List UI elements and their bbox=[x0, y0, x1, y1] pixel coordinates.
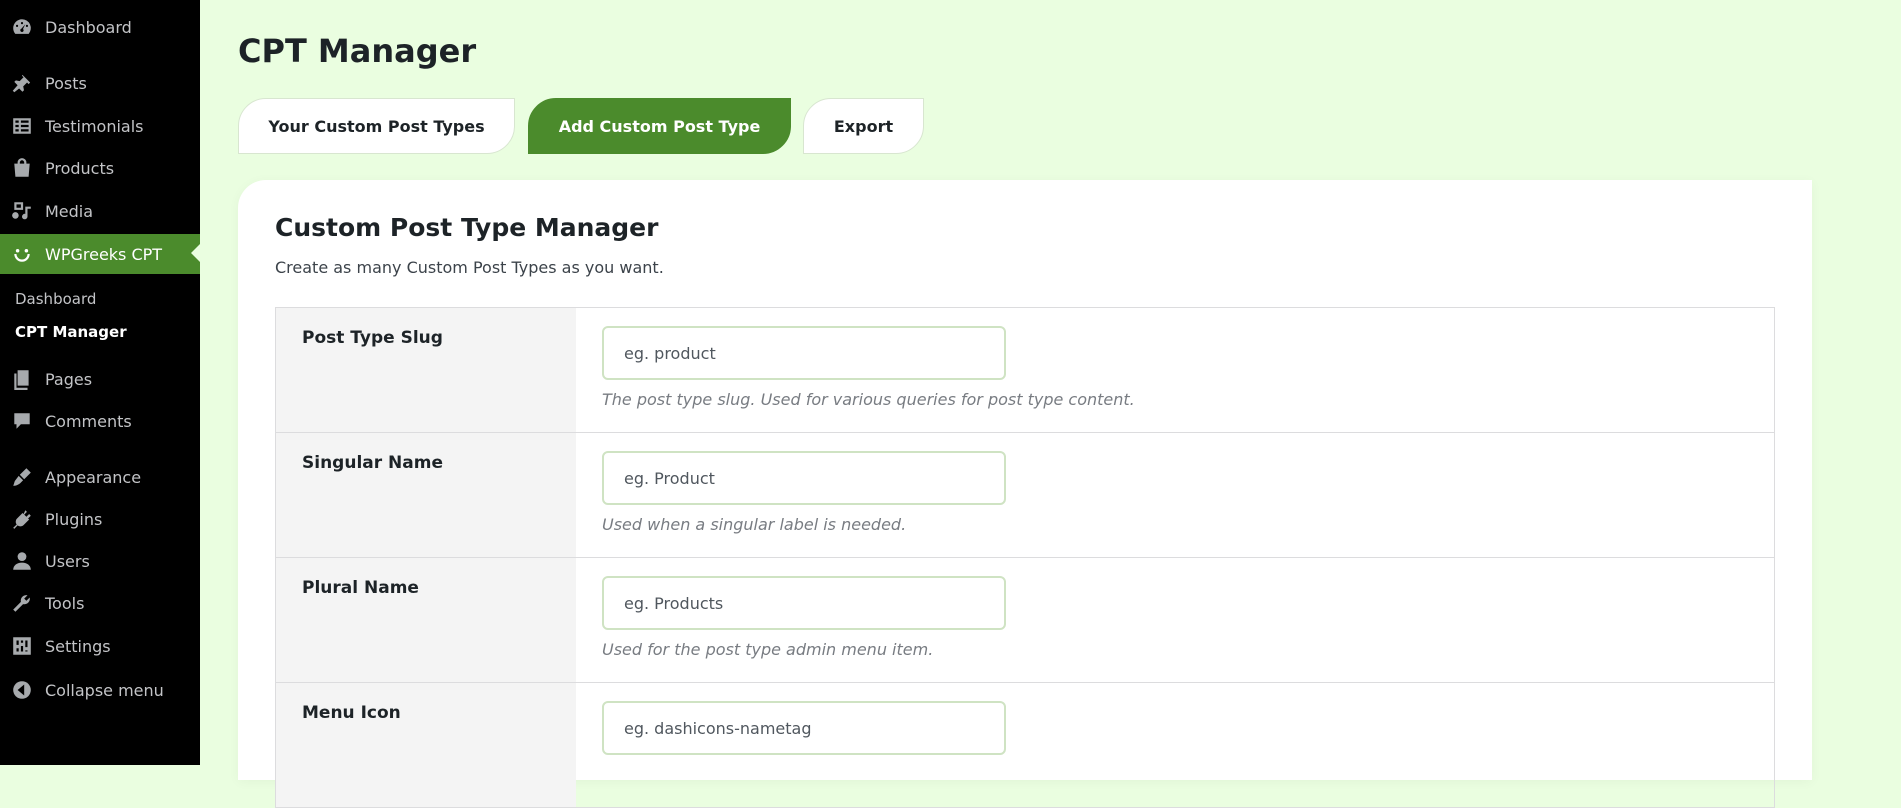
comment-icon bbox=[10, 409, 34, 433]
sidebar-item-label: Collapse menu bbox=[45, 680, 164, 700]
label-cell bbox=[276, 558, 576, 682]
singular-name-input[interactable] bbox=[602, 451, 1006, 505]
card-description: Create as many Custom Post Types as you … bbox=[275, 258, 664, 277]
plural-name-input[interactable] bbox=[602, 576, 1006, 630]
field-label: Menu Icon bbox=[302, 703, 401, 723]
tab-your-custom-post-types[interactable]: Your Custom Post Types bbox=[238, 98, 515, 154]
sidebar-item-label: Appearance bbox=[45, 467, 142, 487]
plug-icon bbox=[10, 507, 34, 531]
cpt-form-table: Post Type Slug The post type slug. Used … bbox=[275, 307, 1775, 808]
sidebar-item-posts[interactable]: Posts bbox=[0, 64, 200, 102]
sidebar-item-settings[interactable]: Settings bbox=[0, 627, 200, 665]
admin-sidebar: Dashboard Posts Testimonials Products Me… bbox=[0, 0, 200, 765]
sidebar-item-dashboard[interactable]: Dashboard bbox=[0, 8, 200, 46]
pin-icon bbox=[10, 71, 34, 95]
media-icon bbox=[10, 199, 34, 223]
sidebar-item-label: Plugins bbox=[45, 509, 103, 529]
sidebar-item-appearance[interactable]: Appearance bbox=[0, 458, 200, 496]
smiley-icon bbox=[10, 242, 34, 266]
field-label: Post Type Slug bbox=[302, 328, 443, 348]
user-icon bbox=[10, 549, 34, 573]
sidebar-item-label: Media bbox=[45, 201, 94, 221]
label-cell bbox=[276, 308, 576, 432]
sidebar-item-label: Pages bbox=[45, 369, 93, 389]
settings-icon bbox=[10, 634, 34, 658]
field-help: Used when a singular label is needed. bbox=[602, 515, 907, 534]
collapse-menu-button[interactable]: Collapse menu bbox=[0, 671, 200, 709]
sidebar-item-label: Tools bbox=[45, 593, 85, 613]
collapse-icon bbox=[10, 678, 34, 702]
tab-add-custom-post-type[interactable]: Add Custom Post Type bbox=[528, 98, 791, 154]
sidebar-item-wpgreeks-cpt[interactable]: WPGreeks CPT bbox=[0, 234, 200, 274]
form-row-post-type-slug: Post Type Slug The post type slug. Used … bbox=[276, 308, 1774, 433]
pages-icon bbox=[10, 367, 34, 391]
form-row-singular-name: Singular Name Used when a singular label… bbox=[276, 433, 1774, 558]
sidebar-item-label: WPGreeks CPT bbox=[45, 244, 163, 264]
sidebar-item-users[interactable]: Users bbox=[0, 542, 200, 580]
sidebar-item-label: Settings bbox=[45, 636, 111, 656]
wrench-icon bbox=[10, 591, 34, 615]
field-label: Singular Name bbox=[302, 453, 443, 473]
sidebar-item-testimonials[interactable]: Testimonials bbox=[0, 107, 200, 145]
field-help: The post type slug. Used for various que… bbox=[602, 390, 1135, 409]
form-row-menu-icon: Menu Icon bbox=[276, 683, 1774, 808]
field-help: Used for the post type admin menu item. bbox=[602, 640, 934, 659]
sidebar-item-label: Posts bbox=[45, 73, 87, 93]
brush-icon bbox=[10, 465, 34, 489]
sidebar-item-comments[interactable]: Comments bbox=[0, 402, 200, 440]
cpt-manager-card: Custom Post Type Manager Create as many … bbox=[238, 180, 1812, 808]
main-content: CPT Manager Your Custom Post Types Add C… bbox=[200, 0, 1901, 808]
page-title: CPT Manager bbox=[238, 32, 477, 70]
tab-export[interactable]: Export bbox=[803, 98, 924, 154]
sidebar-item-plugins[interactable]: Plugins bbox=[0, 500, 200, 538]
sidebar-item-label: Testimonials bbox=[45, 116, 144, 136]
field-label: Plural Name bbox=[302, 578, 419, 598]
bag-icon bbox=[10, 156, 34, 180]
submenu-item-dashboard[interactable]: Dashboard bbox=[15, 290, 96, 308]
post-type-slug-input[interactable] bbox=[602, 326, 1006, 380]
list-icon bbox=[10, 114, 34, 138]
form-row-plural-name: Plural Name Used for the post type admin… bbox=[276, 558, 1774, 683]
menu-icon-input[interactable] bbox=[602, 701, 1006, 755]
sidebar-item-tools[interactable]: Tools bbox=[0, 584, 200, 622]
sidebar-item-label: Comments bbox=[45, 411, 132, 431]
sidebar-item-label: Users bbox=[45, 551, 90, 571]
sidebar-item-products[interactable]: Products bbox=[0, 149, 200, 187]
card-title: Custom Post Type Manager bbox=[275, 213, 659, 242]
label-cell bbox=[276, 683, 576, 807]
label-cell bbox=[276, 433, 576, 557]
sidebar-item-label: Products bbox=[45, 158, 115, 178]
sidebar-item-pages[interactable]: Pages bbox=[0, 360, 200, 398]
sidebar-item-label: Dashboard bbox=[45, 17, 132, 37]
sidebar-item-media[interactable]: Media bbox=[0, 192, 200, 230]
submenu-item-cpt-manager[interactable]: CPT Manager bbox=[15, 323, 127, 341]
dashboard-icon bbox=[10, 15, 34, 39]
